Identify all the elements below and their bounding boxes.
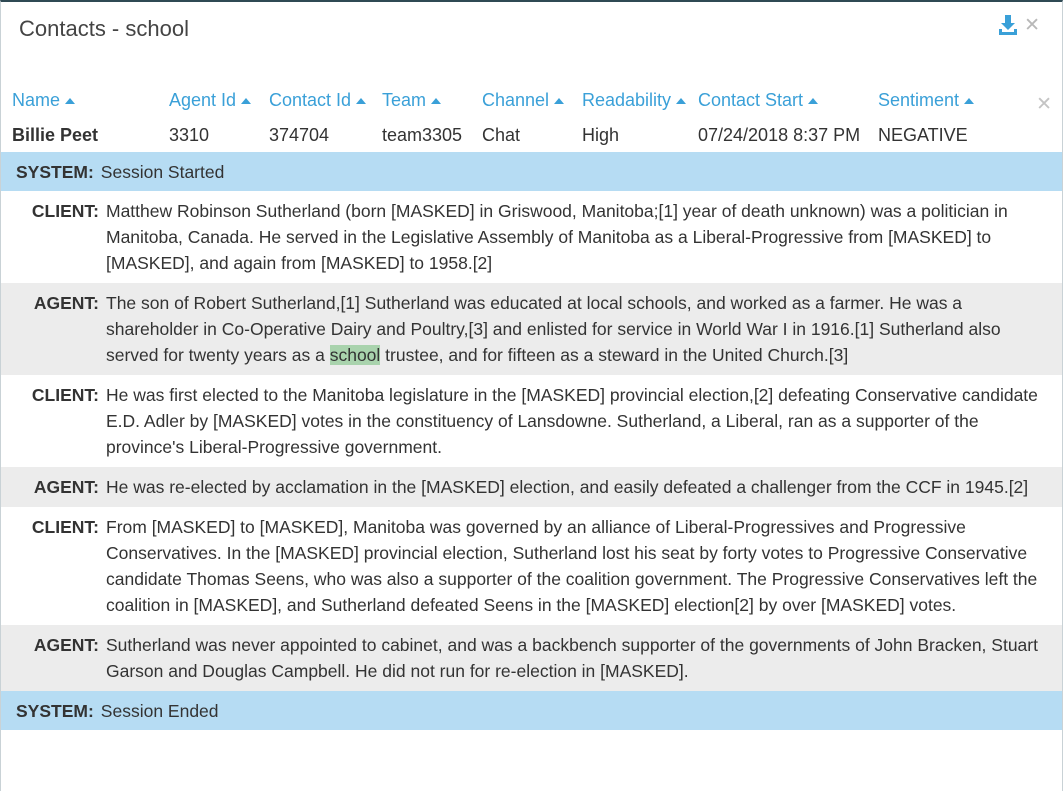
message-text: He was re-elected by acclamation in the …: [106, 477, 1029, 497]
column-label: Contact Id: [269, 90, 352, 110]
sort-caret-icon: [964, 98, 975, 104]
column-label: Channel: [482, 90, 550, 110]
sort-caret-icon: [241, 98, 252, 104]
sort-readability[interactable]: Readability: [582, 90, 687, 111]
sort-caret-icon: [554, 98, 565, 104]
sort-agent-id[interactable]: Agent Id: [169, 90, 252, 111]
team-value: team3305: [382, 125, 463, 145]
column-label: Sentiment: [878, 90, 960, 110]
agent-message: AGENT: He was re-elected by acclamation …: [1, 467, 1062, 507]
sentiment-value: NEGATIVE: [878, 125, 968, 145]
transcript: SYSTEM: Session Started CLIENT: Matthew …: [1, 152, 1062, 730]
column-label: Name: [12, 90, 61, 110]
contact-start-value: 07/24/2018 8:37 PM: [698, 125, 861, 145]
close-contact-icon[interactable]: ✕: [1036, 93, 1052, 115]
sort-caret-icon: [356, 98, 367, 104]
client-message: CLIENT: From [MASKED] to [MASKED], Manit…: [1, 507, 1062, 625]
dialog-title: Contacts - school: [19, 16, 189, 41]
speaker-label: SYSTEM:: [16, 700, 94, 721]
message-text: Session Ended: [100, 700, 219, 721]
sort-contact-id[interactable]: Contact Id: [269, 90, 367, 111]
close-dialog-icon[interactable]: ✕: [1024, 15, 1040, 35]
sort-team[interactable]: Team: [382, 90, 442, 111]
contacts-dialog: Contacts - school ✕ Name Agent Id Contac…: [0, 0, 1063, 791]
column-label: Team: [382, 90, 427, 110]
column-label: Contact Start: [698, 90, 804, 110]
sort-channel[interactable]: Channel: [482, 90, 565, 111]
speaker-label: CLIENT:: [31, 385, 99, 405]
speaker-label: CLIENT:: [31, 517, 99, 537]
sort-caret-icon: [431, 98, 442, 104]
sort-caret-icon: [676, 98, 687, 104]
contact-id-value: 374704: [269, 125, 330, 145]
system-message: SYSTEM: Session Ended: [1, 691, 1062, 730]
message-text: Matthew Robinson Sutherland (born [MASKE…: [106, 201, 1008, 273]
sort-caret-icon: [808, 98, 819, 104]
message-text: Sutherland was never appointed to cabine…: [106, 635, 1038, 681]
agent-message: AGENT: Sutherland was never appointed to…: [1, 625, 1062, 691]
sort-sentiment[interactable]: Sentiment: [878, 90, 975, 111]
message-text: From [MASKED] to [MASKED], Manitoba was …: [106, 517, 1038, 615]
sort-contact-start[interactable]: Contact Start: [698, 90, 819, 111]
contact-row: Billie Peet 3310 374704 team3305 Chat Hi…: [1, 125, 1062, 151]
client-message: CLIENT: Matthew Robinson Sutherland (bor…: [1, 191, 1062, 283]
agent-message: AGENT: The son of Robert Sutherland,[1] …: [1, 283, 1062, 375]
text-after-highlight: trustee, and for fifteen as a steward in…: [380, 345, 849, 365]
contact-name: Billie Peet: [12, 125, 99, 145]
speaker-label: AGENT:: [33, 477, 99, 497]
system-message: SYSTEM: Session Started: [1, 152, 1062, 191]
column-label: Agent Id: [169, 90, 237, 110]
speaker-label: SYSTEM:: [16, 161, 94, 182]
message-text: The son of Robert Sutherland,[1] Sutherl…: [106, 290, 1042, 368]
download-icon[interactable]: [998, 14, 1018, 36]
column-label: Readability: [582, 90, 672, 110]
dialog-actions: ✕: [998, 14, 1040, 36]
agent-id-value: 3310: [169, 125, 210, 145]
message-text: Session Started: [100, 161, 225, 182]
channel-value: Chat: [482, 125, 521, 145]
client-message: CLIENT: He was first elected to the Mani…: [1, 375, 1062, 467]
table-header: Name Agent Id Contact Id Team Channel Re…: [1, 90, 1062, 118]
speaker-label: AGENT:: [33, 293, 99, 313]
search-highlight: school: [329, 345, 381, 365]
speaker-label: AGENT:: [33, 635, 99, 655]
speaker-label: CLIENT:: [31, 201, 99, 221]
readability-value: High: [582, 125, 620, 145]
sort-caret-icon: [65, 98, 76, 104]
message-text: He was first elected to the Manitoba leg…: [106, 385, 1038, 457]
sort-name[interactable]: Name: [12, 90, 76, 111]
